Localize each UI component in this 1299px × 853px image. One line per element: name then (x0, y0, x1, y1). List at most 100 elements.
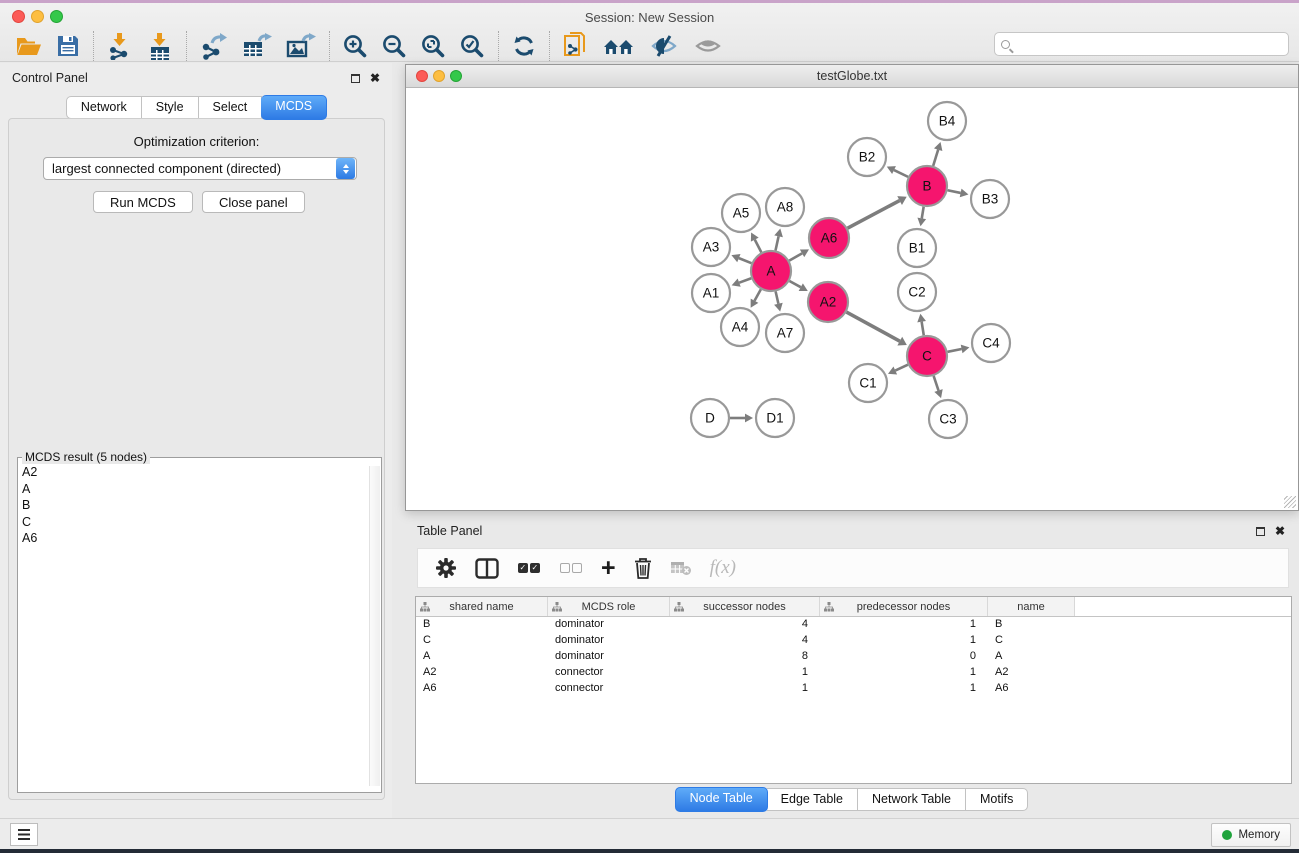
table-cell[interactable]: 1 (820, 617, 988, 633)
export-network-icon[interactable] (193, 29, 235, 63)
close-table-panel-icon[interactable]: ✖ (1275, 524, 1285, 538)
hide-selected-icon[interactable] (642, 29, 686, 63)
table-row[interactable]: Bdominator41B (416, 617, 1291, 633)
network-canvas[interactable]: AA1A2A3A4A5A6A7A8BB1B2B3B4CC1C2C3C4DD1 (406, 88, 1298, 510)
edge-A-A6[interactable] (789, 253, 802, 260)
zoom-in-icon[interactable] (336, 29, 375, 63)
table-cell[interactable]: A6 (988, 681, 1075, 697)
edge-A-A3[interactable] (739, 258, 752, 263)
table-row[interactable]: Adominator80A (416, 649, 1291, 665)
export-image-icon[interactable] (279, 29, 323, 63)
table-cell[interactable]: 1 (670, 665, 820, 681)
table-cell[interactable]: dominator (548, 617, 670, 633)
tab-edge-table[interactable]: Edge Table (767, 788, 858, 811)
table-cell[interactable]: dominator (548, 649, 670, 665)
table-cell[interactable]: C (988, 633, 1075, 649)
mcds-result-list[interactable]: A2ABCA6 (22, 464, 37, 547)
table-cell[interactable]: dominator (548, 633, 670, 649)
resize-grip-icon[interactable] (1284, 496, 1296, 508)
table-cell[interactable]: 4 (670, 633, 820, 649)
float-table-panel-icon[interactable] (1256, 527, 1265, 536)
tab-style[interactable]: Style (142, 96, 199, 119)
close-panel-button[interactable]: Close panel (202, 191, 305, 213)
zoom-selected-icon[interactable] (453, 29, 492, 63)
export-table-icon[interactable] (235, 29, 279, 63)
edge-B-B4[interactable] (933, 150, 938, 166)
first-neighbors-icon[interactable] (596, 29, 642, 63)
import-network-icon[interactable] (100, 29, 140, 63)
tab-mcds[interactable]: MCDS (261, 95, 327, 120)
column-header-successor-nodes[interactable]: successor nodes (670, 597, 820, 616)
table-settings-gear-icon[interactable] (426, 551, 466, 585)
column-header-name[interactable]: name (988, 597, 1075, 616)
run-mcds-button[interactable]: Run MCDS (93, 191, 193, 213)
mcds-result-item[interactable]: A (22, 481, 37, 498)
edge-A-A5[interactable] (755, 240, 762, 253)
show-all-icon[interactable] (686, 29, 730, 63)
mcds-result-scrollbar[interactable] (369, 466, 380, 786)
save-session-icon[interactable] (49, 29, 87, 63)
tab-network-table[interactable]: Network Table (858, 788, 966, 811)
edge-C-C2[interactable] (922, 322, 924, 336)
memory-button[interactable]: Memory (1211, 823, 1291, 847)
edge-A-A4[interactable] (755, 289, 761, 300)
edge-B-B3[interactable] (948, 190, 961, 193)
edge-A2-C[interactable] (846, 312, 899, 341)
tab-network[interactable]: Network (66, 96, 142, 119)
table-cell[interactable]: A6 (416, 681, 548, 697)
network-window-titlebar[interactable]: testGlobe.txt (406, 65, 1298, 88)
table-cell[interactable]: B (988, 617, 1075, 633)
table-row[interactable]: A2connector11A2 (416, 665, 1291, 681)
criterion-select[interactable]: largest connected component (directed) (43, 157, 357, 180)
mcds-result-item[interactable]: C (22, 514, 37, 531)
delete-table-icon[interactable] (661, 551, 701, 585)
table-row[interactable]: Cdominator41C (416, 633, 1291, 649)
float-panel-icon[interactable] (351, 74, 360, 83)
table-row[interactable]: A6connector11A6 (416, 681, 1291, 697)
show-column-panel-icon[interactable] (466, 551, 508, 585)
table-cell[interactable]: 4 (670, 617, 820, 633)
table-cell[interactable]: A2 (988, 665, 1075, 681)
table-cell[interactable]: 1 (820, 665, 988, 681)
edge-B-B2[interactable] (894, 170, 908, 177)
import-table-icon[interactable] (140, 29, 180, 63)
mcds-result-item[interactable]: B (22, 497, 37, 514)
table-cell[interactable]: 0 (820, 649, 988, 665)
table-cell[interactable]: 8 (670, 649, 820, 665)
column-header-predecessor-nodes[interactable]: predecessor nodes (820, 597, 988, 616)
table-cell[interactable]: C (416, 633, 548, 649)
task-history-button[interactable] (10, 823, 38, 846)
edge-C-C4[interactable] (948, 349, 962, 352)
edge-A-A2[interactable] (789, 281, 800, 287)
edge-C-C1[interactable] (895, 365, 908, 371)
add-column-icon[interactable]: + (592, 551, 625, 585)
table-cell[interactable]: A2 (416, 665, 548, 681)
edge-A6-B[interactable] (848, 201, 900, 229)
search-field[interactable] (1010, 34, 1288, 54)
refresh-layout-icon[interactable] (505, 29, 543, 63)
zoom-out-icon[interactable] (375, 29, 414, 63)
function-builder-icon[interactable]: f(x) (701, 551, 745, 585)
table-cell[interactable]: 1 (670, 681, 820, 697)
deselect-all-columns-icon[interactable] (550, 551, 592, 585)
tab-select[interactable]: Select (199, 96, 263, 119)
table-cell[interactable]: connector (548, 681, 670, 697)
column-header-shared-name[interactable]: shared name (416, 597, 548, 616)
edge-C-C3[interactable] (934, 376, 939, 391)
column-header-MCDS-role[interactable]: MCDS role (548, 597, 670, 616)
table-cell[interactable]: B (416, 617, 548, 633)
edge-A-A7[interactable] (776, 291, 779, 303)
mcds-result-item[interactable]: A6 (22, 530, 37, 547)
clone-network-icon[interactable] (556, 29, 596, 63)
select-all-columns-icon[interactable] (508, 551, 550, 585)
delete-column-icon[interactable] (625, 551, 661, 585)
edge-B-B1[interactable] (922, 207, 924, 219)
mcds-result-item[interactable]: A2 (22, 464, 37, 481)
tab-node-table[interactable]: Node Table (675, 787, 768, 812)
open-session-icon[interactable] (8, 29, 49, 63)
edge-A-A8[interactable] (775, 236, 778, 250)
close-panel-icon[interactable]: ✖ (370, 71, 380, 85)
table-cell[interactable]: 1 (820, 681, 988, 697)
table-cell[interactable]: A (988, 649, 1075, 665)
table-cell[interactable]: connector (548, 665, 670, 681)
